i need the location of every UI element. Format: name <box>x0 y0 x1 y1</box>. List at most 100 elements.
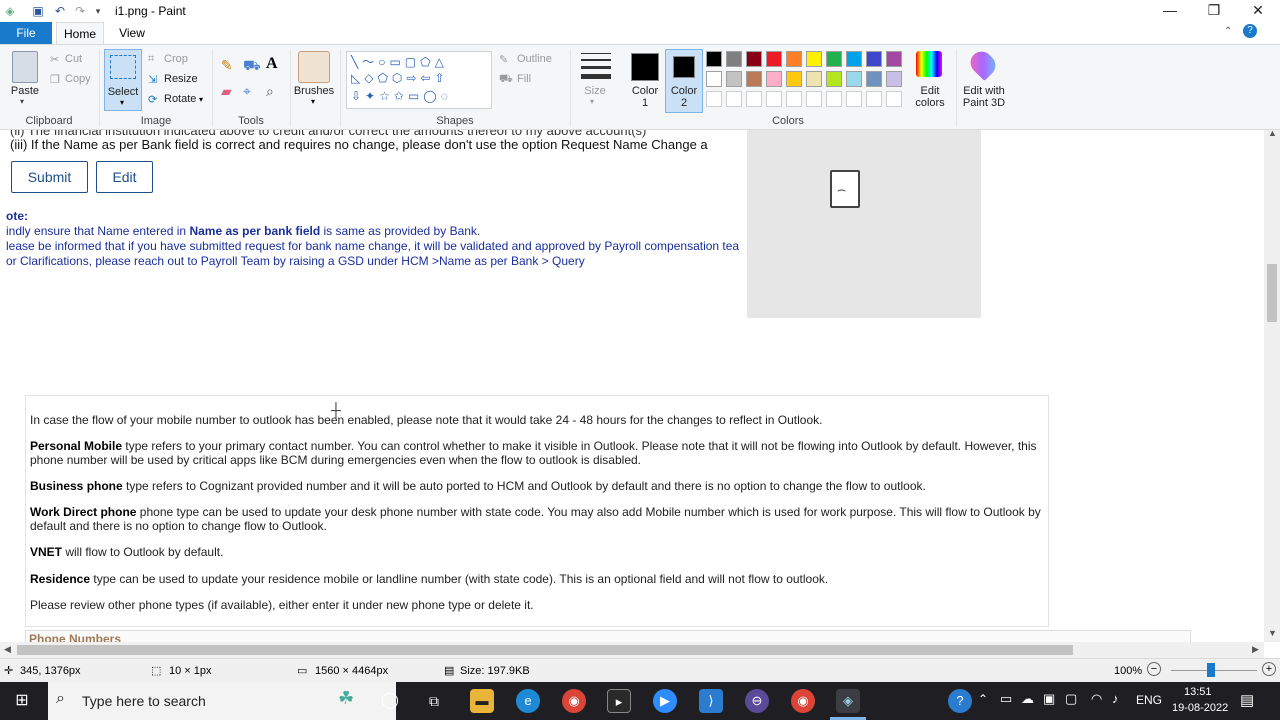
color-picker-icon[interactable]: ⌖ <box>243 83 251 100</box>
chrome-icon[interactable]: ◉ <box>562 689 586 713</box>
windows-start-icon[interactable]: ⊞ <box>10 689 34 713</box>
zoom-out-button[interactable]: − <box>1147 662 1161 676</box>
close-button[interactable]: ✕ <box>1236 0 1280 22</box>
edit-paint3d-label-b[interactable]: Paint 3D <box>958 97 1010 109</box>
palette-swatch[interactable] <box>726 51 742 67</box>
vscode-icon[interactable]: ⟩ <box>699 689 723 713</box>
clock-date[interactable]: 19-08-2022 <box>1172 702 1228 714</box>
magnifier-icon[interactable]: ⌕ <box>266 83 274 100</box>
help-icon[interactable]: ? <box>1243 24 1257 38</box>
palette-swatch[interactable] <box>866 71 882 87</box>
rotate-button[interactable]: Rotate <box>164 93 196 105</box>
brushes-icon[interactable] <box>298 51 330 83</box>
edit-paint3d-label-a[interactable]: Edit with <box>958 85 1010 97</box>
cut-button[interactable]: Cut <box>65 53 82 65</box>
language-indicator[interactable]: ENG <box>1136 693 1162 707</box>
zoom-slider-thumb[interactable] <box>1207 663 1215 677</box>
chrome-icon-2[interactable]: ◉ <box>791 689 815 713</box>
palette-swatch[interactable] <box>746 71 762 87</box>
palette-swatch[interactable] <box>886 91 902 107</box>
palette-swatch[interactable] <box>826 91 842 107</box>
shapes-gallery[interactable]: ╲〜○▭▢⬠△ ◺◇⬠⬡⇨⇦⇧ ⇩✦☆✩▭◯◌ <box>346 51 492 109</box>
palette-swatch[interactable] <box>806 51 822 67</box>
palette-swatch[interactable] <box>706 91 722 107</box>
brushes-button[interactable]: Brushes <box>292 85 336 97</box>
collapse-ribbon-icon[interactable]: ⌃ <box>1224 26 1232 37</box>
palette-swatch[interactable] <box>706 51 722 67</box>
eraser-icon[interactable]: ▰ <box>221 83 232 100</box>
palette-swatch[interactable] <box>846 51 862 67</box>
show-hidden-icons[interactable]: ⌃ <box>978 692 988 706</box>
copy-button[interactable]: Copy <box>65 73 91 85</box>
battery-icon[interactable]: ▭ <box>1000 691 1012 707</box>
color-1-button[interactable]: Color 1 <box>627 49 663 113</box>
scroll-down-icon[interactable]: ▼ <box>1268 628 1277 638</box>
tab-file[interactable]: File <box>0 22 52 44</box>
task-view-icon[interactable]: ⧉ <box>422 689 446 713</box>
pencil-icon[interactable]: ✎ <box>221 57 233 74</box>
undo-icon[interactable]: ↶ <box>52 3 68 19</box>
palette-swatch[interactable] <box>726 71 742 87</box>
palette-swatch[interactable] <box>826 71 842 87</box>
zoom-in-button[interactable]: + <box>1262 662 1276 676</box>
palette-swatch[interactable] <box>746 91 762 107</box>
palette-swatch[interactable] <box>746 51 762 67</box>
fill-bucket-icon[interactable]: ⛟ <box>243 57 261 76</box>
color-2-button[interactable]: Color 2 <box>665 49 703 113</box>
palette-swatch[interactable] <box>786 71 802 87</box>
vertical-scroll-thumb[interactable] <box>1267 264 1277 322</box>
notifications-icon[interactable]: ▤ <box>1240 691 1254 709</box>
wifi-icon[interactable]: ◠ <box>1091 691 1102 707</box>
palette-swatch[interactable] <box>806 71 822 87</box>
tab-home[interactable]: Home <box>56 22 104 44</box>
palette-swatch[interactable] <box>826 51 842 67</box>
help-tray-icon[interactable]: ? <box>948 689 972 713</box>
scroll-left-icon[interactable]: ◀ <box>4 644 11 655</box>
palette-swatch[interactable] <box>886 71 902 87</box>
palette-swatch[interactable] <box>846 71 862 87</box>
canvas-area[interactable]: (ii) The financial institution indicated… <box>0 130 1264 642</box>
size-icon[interactable] <box>581 53 611 79</box>
display-icon[interactable]: ▢ <box>1065 691 1077 707</box>
palette-swatch[interactable] <box>766 51 782 67</box>
scroll-up-icon[interactable]: ▲ <box>1268 128 1277 138</box>
scroll-right-icon[interactable]: ▶ <box>1252 644 1259 655</box>
clock-time[interactable]: 13:51 <box>1184 686 1212 698</box>
file-explorer-icon[interactable]: ▬ <box>470 689 494 713</box>
monitor-icon[interactable]: ▣ <box>1043 691 1055 707</box>
volume-icon[interactable]: ♪ <box>1112 691 1119 706</box>
edit-colors-icon[interactable] <box>916 51 942 77</box>
paint-3d-icon[interactable] <box>966 47 1000 81</box>
tab-view[interactable]: View <box>110 22 154 44</box>
terminal-icon[interactable]: ▸ <box>607 689 631 713</box>
edge-icon[interactable]: e <box>516 689 540 713</box>
palette-swatch[interactable] <box>726 91 742 107</box>
palette-swatch[interactable] <box>846 91 862 107</box>
resize-button[interactable]: Resize <box>164 73 198 85</box>
save-icon[interactable]: ▣ <box>30 3 46 19</box>
size-button[interactable]: Size <box>578 85 612 97</box>
palette-swatch[interactable] <box>806 91 822 107</box>
fill-button[interactable]: Fill <box>517 73 531 85</box>
horizontal-scroll-thumb[interactable] <box>17 645 1073 655</box>
app-icon-eclipse[interactable]: ⊖ <box>745 689 769 713</box>
customize-qat-icon[interactable]: ▾ <box>90 3 106 19</box>
edit-colors-label-a[interactable]: Edit <box>908 85 952 97</box>
palette-swatch[interactable] <box>786 91 802 107</box>
crop-button[interactable]: Crop <box>164 53 188 65</box>
paste-dropdown-icon[interactable]: ▾ <box>20 97 24 106</box>
palette-swatch[interactable] <box>886 51 902 67</box>
palette-swatch[interactable] <box>706 71 722 87</box>
onedrive-icon[interactable]: ☁ <box>1021 691 1034 707</box>
vertical-scrollbar[interactable]: ▲ ▼ <box>1264 128 1280 642</box>
paste-button[interactable]: Paste <box>6 85 44 97</box>
palette-swatch[interactable] <box>786 51 802 67</box>
minimize-button[interactable]: — <box>1148 0 1192 22</box>
select-button[interactable]: Select ▾ <box>104 49 142 111</box>
redo-icon[interactable]: ↷ <box>72 3 88 19</box>
taskbar-search-box[interactable]: ⌕ Type here to search ☘ <box>48 682 396 720</box>
palette-swatch[interactable] <box>866 91 882 107</box>
zoom-app-icon[interactable]: ▶ <box>653 689 677 713</box>
rotate-dropdown-icon[interactable]: ▾ <box>199 95 203 104</box>
outline-button[interactable]: Outline <box>517 53 552 65</box>
